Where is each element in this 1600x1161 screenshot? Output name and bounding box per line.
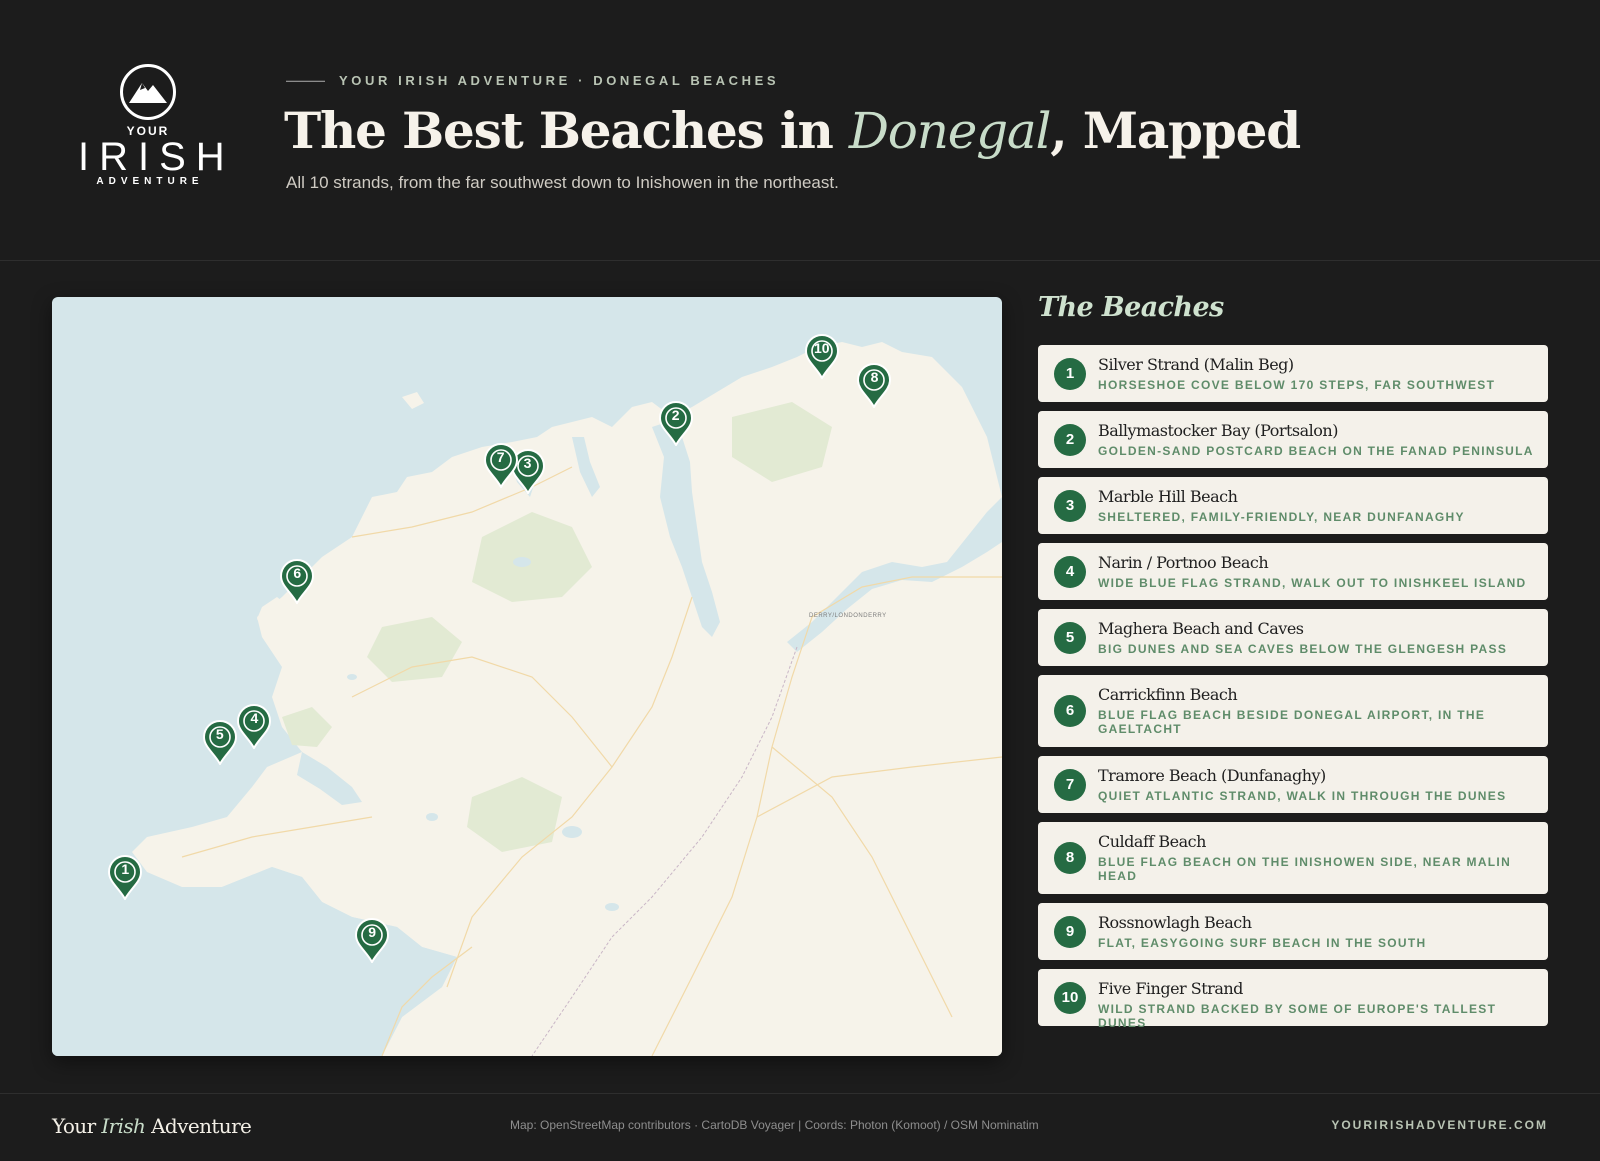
map-pin-number: 5 — [215, 726, 224, 743]
footer-brand-suffix: Adventure — [145, 1114, 252, 1138]
beach-item-7[interactable]: 7 Tramore Beach (Dunfanaghy) QUIET ATLANTI… — [1038, 756, 1548, 813]
page-subtitle: All 10 strands, from the far southwest d… — [286, 173, 839, 192]
beach-description: BLUE FLAG BEACH BESIDE DONEGAL AIRPORT, … — [1098, 708, 1486, 736]
beach-item-3[interactable]: 3 Marble Hill Beach SHELTERED, FAMILY-FRIE… — [1038, 477, 1548, 534]
beach-item-6[interactable]: 6 Carrickfinn Beach BLUE FLAG BEACH BESIDE… — [1038, 675, 1548, 747]
beach-name: Marble Hill Beach — [1098, 487, 1238, 506]
beach-item-10[interactable]: 10 Five Finger Strand WILD STRAND BACKED B… — [1038, 969, 1548, 1030]
page-header: YOUR IRISH ADVENTURE ——— YOUR IRISH ADVEN… — [0, 0, 1600, 261]
title-accent: Donegal — [848, 102, 1052, 160]
beach-map[interactable]: DERRY/LONDONDERRY 1 2 3 4 5 6 7 8 9 10 — [52, 297, 1002, 1056]
map-pin-number: 9 — [368, 923, 376, 940]
beach-name: Tramore Beach (Dunfanaghy) — [1098, 766, 1326, 785]
map-pin-number: 2 — [671, 406, 680, 423]
beach-name: Five Finger Strand — [1098, 979, 1243, 998]
footer-brand-prefix: Your — [52, 1114, 102, 1138]
beach-item-8[interactable]: 8 Culdaff Beach BLUE FLAG BEACH ON THE INI… — [1038, 822, 1548, 894]
title-suffix: , Mapped — [1050, 101, 1301, 160]
beach-item-2[interactable]: 2 Ballymastocker Bay (Portsalon) GOLDEN-SA… — [1038, 411, 1548, 468]
beach-description: HORSESHOE COVE BELOW 170 STEPS, FAR SOUT… — [1098, 378, 1496, 392]
beach-number-badge: 5 — [1054, 621, 1086, 654]
map-pin-8[interactable]: 8 — [856, 362, 892, 409]
beach-description: BIG DUNES AND SEA CAVES BELOW THE GLENGE… — [1098, 642, 1508, 656]
beach-description: FLAT, EASYGOING SURF BEACH IN THE SOUTH — [1098, 936, 1427, 950]
map-pin-number: 10 — [814, 339, 830, 356]
map-credits: Map: OpenStreetMap contributors · CartoD… — [510, 1118, 1039, 1132]
beach-description: SHELTERED, FAMILY-FRIENDLY, NEAR DUNFANA… — [1098, 510, 1465, 524]
map-pin-7[interactable]: 7 — [483, 442, 519, 488]
page-title: The Best Beaches in Donegal, Mapped — [284, 96, 1301, 166]
beach-name: Narin / Portnoo Beach — [1098, 553, 1269, 572]
map-pin-6[interactable]: 6 — [279, 558, 315, 604]
logo-text-adventure: ADVENTURE — [96, 176, 204, 187]
map-pin-10[interactable]: 10 — [804, 333, 840, 379]
beach-description: WILD STRAND BACKED BY SOME OF EUROPE'S T… — [1098, 1002, 1497, 1030]
list-title: The Beaches — [1038, 292, 1224, 323]
beach-item-9[interactable]: 9 Rossnowlagh Beach FLAT, EASYGOING SURF B… — [1038, 903, 1548, 960]
map-pin-5[interactable]: 5 — [202, 719, 238, 766]
beach-name: Maghera Beach and Caves — [1098, 619, 1304, 638]
beach-name: Silver Strand (Malin Beg) — [1098, 355, 1294, 374]
beach-name: Rossnowlagh Beach — [1098, 913, 1252, 932]
beach-item-5[interactable]: 5 Maghera Beach and Caves BIG DUNES AND SE… — [1038, 609, 1548, 666]
beach-description: BLUE FLAG BEACH ON THE INISHOWEN SIDE, N… — [1098, 855, 1512, 883]
footer-brand-accent: Irish — [101, 1114, 146, 1138]
beach-number-badge: 3 — [1054, 489, 1086, 522]
beach-item-4[interactable]: 4 Narin / Portnoo Beach WIDE BLUE FLAG STR… — [1038, 543, 1548, 600]
map-label-derry: DERRY/LONDONDERRY — [809, 613, 887, 619]
beach-description: WIDE BLUE FLAG STRAND, WALK OUT TO INISH… — [1098, 576, 1527, 590]
beach-name: Carrickfinn Beach — [1098, 685, 1238, 704]
eyebrow: ——— YOUR IRISH ADVENTURE · DONEGAL BEACHE… — [286, 73, 779, 88]
map-pin-number: 4 — [250, 710, 259, 727]
logo[interactable]: YOUR IRISH ADVENTURE — [70, 64, 226, 194]
map-pin-2[interactable]: 2 — [658, 400, 694, 446]
beach-description: GOLDEN-SAND POSTCARD BEACH ON THE FANAD … — [1098, 444, 1534, 458]
beach-number-badge: 9 — [1054, 915, 1086, 948]
beach-name: Culdaff Beach — [1098, 832, 1206, 851]
map-pin-number: 6 — [293, 564, 302, 581]
beach-number-badge: 8 — [1054, 842, 1086, 874]
map-pin-4[interactable]: 4 — [236, 703, 272, 750]
beach-number-badge: 1 — [1054, 357, 1086, 390]
beach-item-1[interactable]: 1 Silver Strand (Malin Beg) HORSESHOE COVE… — [1038, 345, 1548, 402]
mountain-icon — [120, 64, 176, 120]
beach-number-badge: 7 — [1054, 768, 1086, 801]
map-pin-number: 1 — [121, 861, 130, 878]
map-pin-number: 7 — [496, 448, 505, 465]
beach-description: QUIET ATLANTIC STRAND, WALK IN THROUGH T… — [1098, 789, 1507, 803]
beach-number-badge: 6 — [1054, 695, 1086, 727]
beach-name: Ballymastocker Bay (Portsalon) — [1098, 421, 1338, 440]
beach-number-badge: 4 — [1054, 555, 1086, 588]
map-basemap — [52, 342, 1002, 1056]
eyebrow-dash: ——— — [286, 73, 325, 88]
footer-brand[interactable]: Your Irish Adventure — [52, 1114, 252, 1138]
map-pin-number: 8 — [870, 369, 879, 386]
title-prefix: The Best Beaches in — [284, 101, 849, 160]
logo-text-irish: IRISH — [78, 135, 235, 179]
map-pin-1[interactable]: 1 — [107, 854, 143, 901]
eyebrow-text: YOUR IRISH ADVENTURE · DONEGAL BEACHES — [339, 73, 780, 88]
map-pin-9[interactable]: 9 — [354, 917, 390, 963]
beach-number-badge: 10 — [1054, 981, 1086, 1014]
page-footer: Your Irish Adventure Map: OpenStreetMap … — [0, 1093, 1600, 1161]
beach-number-badge: 2 — [1054, 423, 1086, 456]
website-link[interactable]: YOURIRISHADVENTURE.COM — [1331, 1118, 1548, 1132]
